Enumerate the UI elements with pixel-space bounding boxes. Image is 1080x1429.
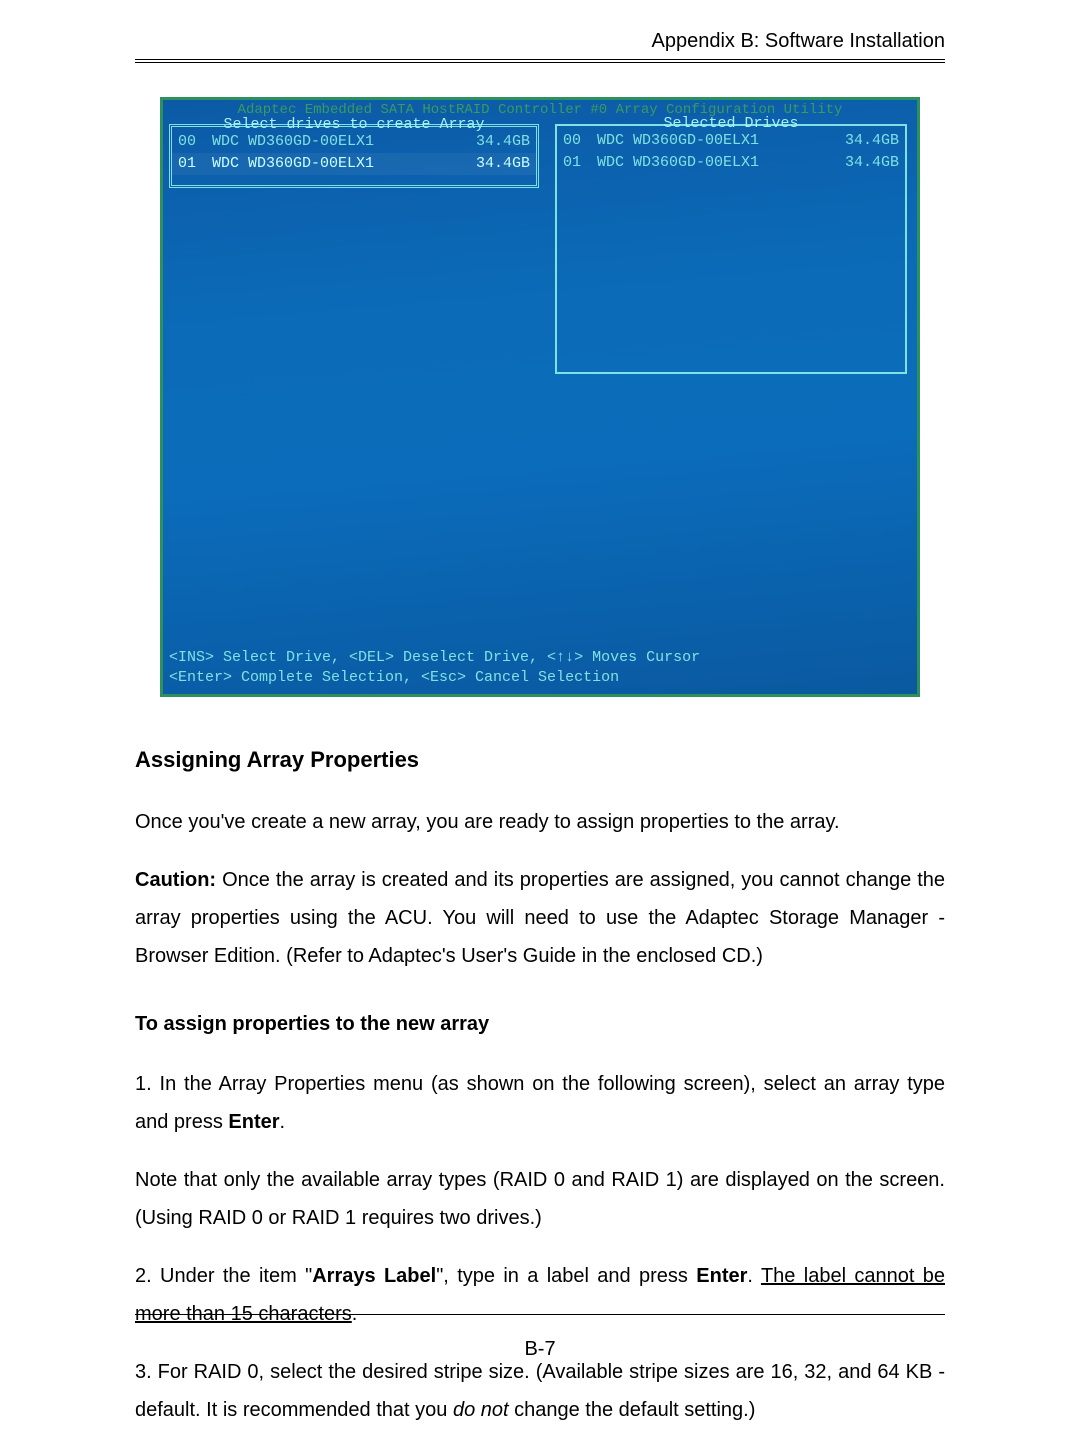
raid-console: Adaptec Embedded SATA HostRAID Controlle…	[160, 97, 920, 697]
drive-id: 01	[563, 152, 597, 174]
drive-row: 01 WDC WD360GD-00ELX1 34.4GB	[557, 152, 905, 174]
drive-row: 00 WDC WD360GD-00ELX1 34.4GB	[557, 130, 905, 152]
section-heading: Assigning Array Properties	[135, 739, 945, 781]
caution-paragraph: Caution: Once the array is created and i…	[135, 861, 945, 975]
body-text: Assigning Array Properties Once you've c…	[135, 739, 945, 1429]
step-1: 1. In the Array Properties menu (as show…	[135, 1065, 945, 1141]
text: change the default setting.)	[509, 1399, 756, 1421]
text: .	[280, 1111, 286, 1133]
enter-key: Enter	[696, 1265, 747, 1287]
paragraph: Once you've create a new array, you are …	[135, 803, 945, 841]
drive-size: 34.4GB	[460, 153, 530, 175]
text: ", type in a label and press	[436, 1265, 696, 1287]
enter-key: Enter	[228, 1111, 279, 1133]
drive-name: WDC WD360GD-00ELX1	[212, 153, 460, 175]
selected-drives-panel: Selected Drives 00 WDC WD360GD-00ELX1 34…	[555, 124, 907, 374]
console-help: <INS> Select Drive, <DEL> Deselect Drive…	[169, 648, 911, 688]
drive-size: 34.4GB	[829, 152, 899, 174]
drive-name: WDC WD360GD-00ELX1	[212, 131, 460, 153]
drive-id: 01	[178, 153, 212, 175]
caution-text: Once the array is created and its proper…	[135, 869, 945, 967]
step-3: 3. For RAID 0, select the desired stripe…	[135, 1353, 945, 1429]
text: 2. Under the item "	[135, 1265, 312, 1287]
bottom-rule	[135, 1314, 945, 1315]
select-drives-title: Select drives to create Array	[172, 116, 536, 133]
text: .	[747, 1265, 761, 1287]
caution-label: Caution:	[135, 869, 216, 891]
help-line: <Enter> Complete Selection, <Esc> Cancel…	[169, 668, 911, 688]
console-screenshot: Adaptec Embedded SATA HostRAID Controlle…	[160, 97, 920, 697]
help-line: <INS> Select Drive, <DEL> Deselect Drive…	[169, 648, 911, 668]
subheading: To assign properties to the new array	[135, 1005, 945, 1043]
arrays-label: Arrays Label	[312, 1265, 436, 1287]
drive-id: 00	[178, 131, 212, 153]
drive-size: 34.4GB	[460, 131, 530, 153]
header-appendix: Appendix B: Software Installation	[135, 30, 945, 53]
drive-row[interactable]: 00 WDC WD360GD-00ELX1 34.4GB	[172, 131, 536, 153]
drive-name: WDC WD360GD-00ELX1	[597, 152, 829, 174]
drive-id: 00	[563, 130, 597, 152]
page-number: B-7	[0, 1338, 1080, 1361]
drive-row[interactable]: 01 WDC WD360GD-00ELX1 34.4GB	[172, 153, 536, 175]
do-not: do not	[453, 1399, 509, 1421]
step-2: 2. Under the item "Arrays Label", type i…	[135, 1257, 945, 1333]
page: Appendix B: Software Installation Adapte…	[0, 0, 1080, 1397]
drive-size: 34.4GB	[829, 130, 899, 152]
selected-drives-title: Selected Drives	[557, 115, 905, 132]
select-drives-panel: Select drives to create Array 00 WDC WD3…	[169, 124, 539, 188]
drive-name: WDC WD360GD-00ELX1	[597, 130, 829, 152]
note-paragraph: Note that only the available array types…	[135, 1161, 945, 1237]
top-rule	[135, 59, 945, 67]
